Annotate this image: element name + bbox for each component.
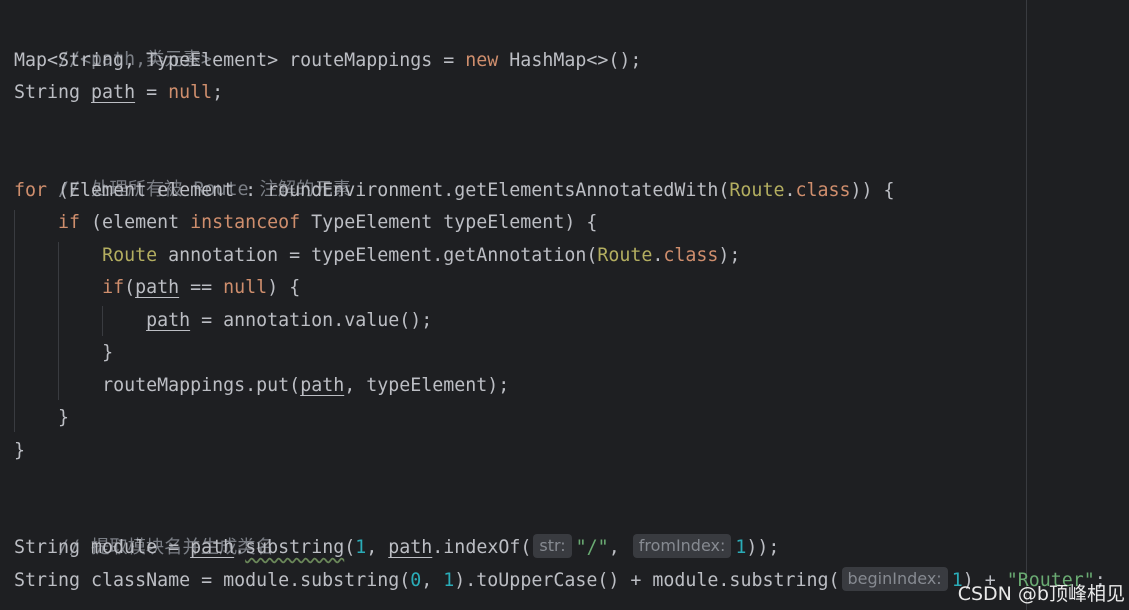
code-line-18[interactable]: String className = module.substring(0, 1…: [14, 565, 1106, 597]
keyword: class: [663, 245, 719, 266]
code-line-17[interactable]: String module = path.substring(1, path.i…: [14, 532, 779, 564]
keyword: new: [465, 50, 499, 71]
code-text: ,: [366, 537, 389, 558]
code-text: )) {: [850, 180, 895, 201]
code-text: =: [135, 82, 169, 103]
code-line-1[interactable]: //<path,类元素>: [14, 12, 212, 70]
code-text: TypeElement typeElement) {: [300, 212, 598, 233]
class-reference: Route: [102, 245, 158, 266]
code-text: String module =: [14, 537, 191, 558]
code-line-6[interactable]: for (Element element : roundEnvironment.…: [14, 175, 895, 207]
code-text: String: [14, 82, 92, 103]
code-line-2[interactable]: Map<String, TypeElement> routeMappings =…: [14, 45, 641, 77]
parameter-hint: fromIndex:: [632, 534, 732, 558]
variable: path: [388, 537, 433, 558]
keyword: for: [14, 180, 48, 201]
string-literal: "/": [575, 537, 609, 558]
code-text: .: [784, 180, 796, 201]
code-text: = annotation.value();: [190, 310, 433, 331]
code-line-12[interactable]: routeMappings.put(path, typeElement);: [14, 370, 509, 402]
number-literal: 1: [735, 537, 747, 558]
code-text: annotation = typeElement.getAnnotation(: [157, 245, 598, 266]
code-line-8[interactable]: Route annotation = typeElement.getAnnota…: [14, 240, 740, 272]
number-literal: 0: [410, 570, 422, 591]
code-line-14[interactable]: }: [14, 435, 25, 467]
parameter-hint: str:: [533, 534, 572, 558]
code-text: ) {: [267, 277, 301, 298]
right-margin-guide: [1026, 0, 1027, 610]
number-literal: 1: [443, 570, 455, 591]
code-text: .indexOf(: [432, 537, 532, 558]
keyword: if: [58, 212, 81, 233]
parameter-hint: beginIndex:: [841, 567, 948, 591]
code-text: (: [344, 537, 356, 558]
variable: path: [300, 375, 345, 396]
csdn-watermark: CSDN @b顶峰相见: [957, 583, 1125, 605]
code-line-16[interactable]: // 提取模块名并生成类名: [14, 500, 274, 558]
code-text: ).toUpperCase() + module.substring(: [454, 570, 840, 591]
code-editor[interactable]: //<path,类元素> Map<String, TypeElement> ro…: [0, 0, 1129, 610]
code-text: }: [58, 407, 70, 428]
code-text: ,: [421, 570, 444, 591]
variable: path: [146, 310, 191, 331]
code-text: }: [102, 342, 114, 363]
method-typo-warning: substring: [245, 537, 345, 558]
code-text: .: [234, 537, 246, 558]
code-text: Map<String, TypeElement> routeMappings =: [14, 50, 466, 71]
keyword: null: [223, 277, 268, 298]
code-line-11[interactable]: }: [14, 337, 113, 369]
keyword: null: [168, 82, 213, 103]
variable: path: [190, 537, 235, 558]
keyword: if: [102, 277, 125, 298]
code-text: ;: [212, 82, 224, 103]
code-text: }: [14, 440, 26, 461]
code-line-13[interactable]: }: [14, 402, 69, 434]
code-text: ,: [608, 537, 631, 558]
code-text: HashMap<>();: [498, 50, 642, 71]
code-text: (element: [80, 212, 191, 233]
code-line-3[interactable]: String path = null;: [14, 77, 223, 109]
class-reference: Route: [729, 180, 785, 201]
code-line-10[interactable]: path = annotation.value();: [14, 305, 432, 337]
variable: path: [91, 82, 136, 103]
code-line-7[interactable]: if (element instanceof TypeElement typeE…: [14, 207, 597, 239]
keyword: instanceof: [190, 212, 301, 233]
code-line-9[interactable]: if(path == null) {: [14, 272, 300, 304]
variable: path: [135, 277, 180, 298]
code-text: , typeElement);: [344, 375, 510, 396]
code-text: );: [718, 245, 741, 266]
code-text: (Element element : roundEnvironment.getE…: [47, 180, 730, 201]
code-text: .: [652, 245, 664, 266]
code-text: ));: [746, 537, 780, 558]
number-literal: 1: [355, 537, 367, 558]
code-text: routeMappings.put(: [102, 375, 301, 396]
code-text: String className = module.substring(: [14, 570, 411, 591]
keyword: class: [795, 180, 851, 201]
code-line-5[interactable]: // 处理所有被 Route 注解的元素: [14, 142, 351, 200]
code-text: (: [124, 277, 136, 298]
class-reference: Route: [597, 245, 653, 266]
code-text: ==: [179, 277, 224, 298]
